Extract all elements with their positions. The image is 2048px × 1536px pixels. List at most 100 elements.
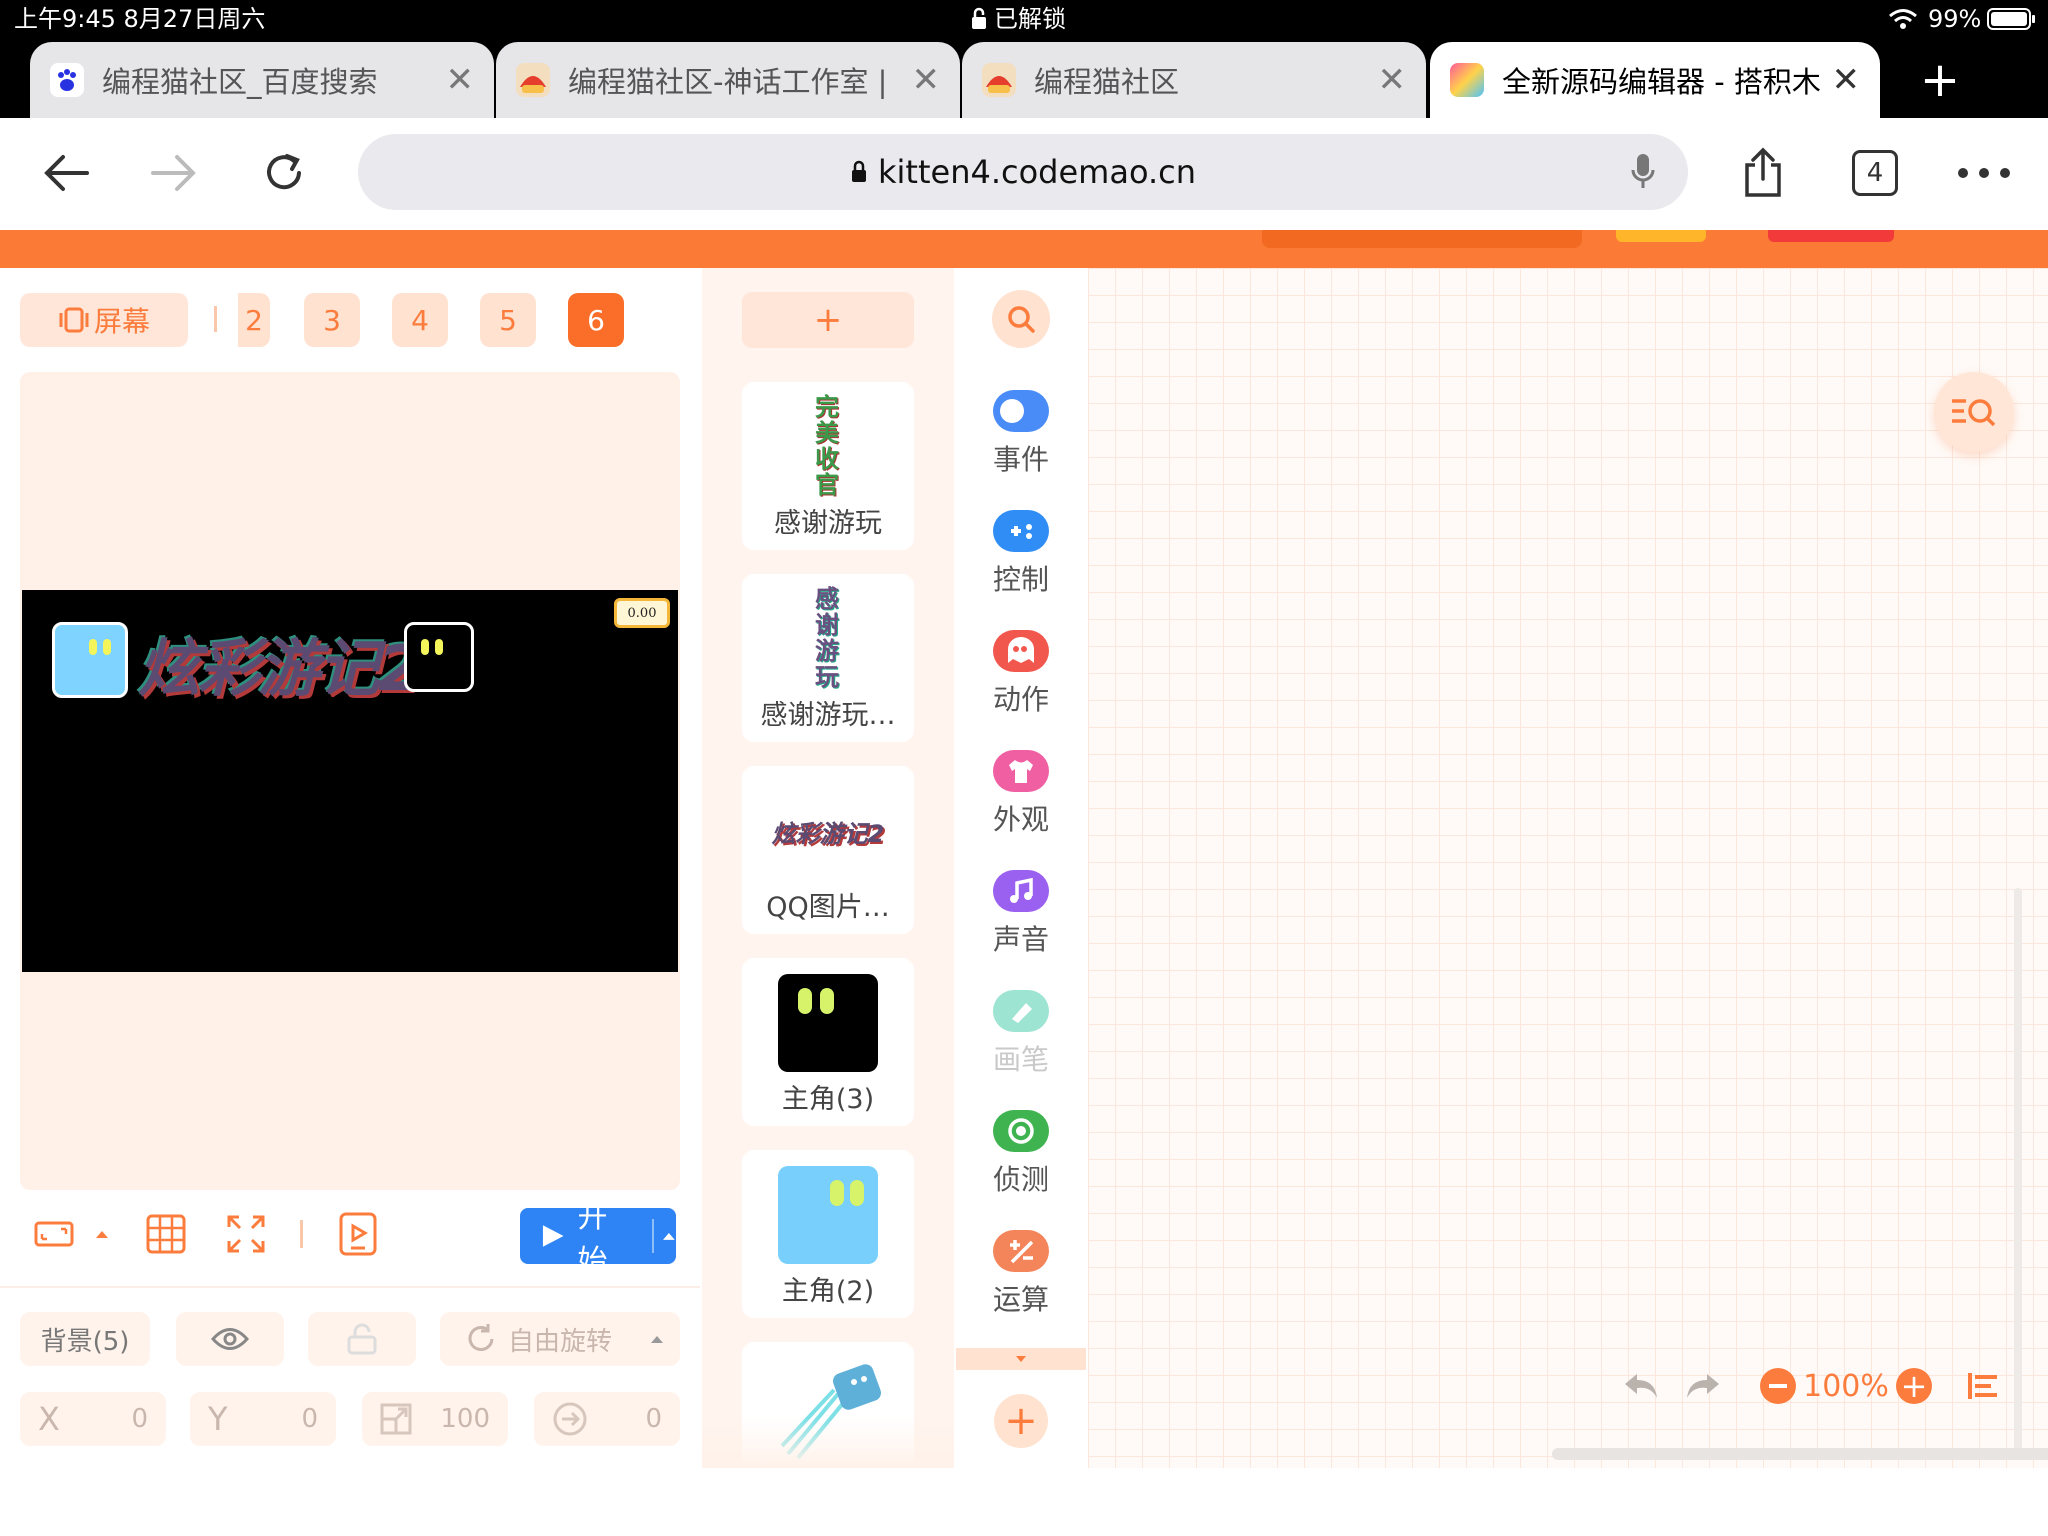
lock-status: 已解锁 [970, 4, 1066, 34]
sprite-card[interactable]: 主角(3) [742, 958, 914, 1126]
lock-icon [851, 160, 866, 182]
stage-canvas[interactable]: 炫彩游记2 0.00 [22, 590, 678, 972]
scene-tab-6-selected[interactable]: 6 [568, 293, 624, 347]
sprite-name: QQ图片… [766, 892, 890, 923]
tab-title: 编程猫社区-神话工作室 | [568, 65, 888, 99]
category-sensing[interactable]: 侦测 [956, 1110, 1086, 1198]
block-category-column: 事件 控制 动作 外观 声音 画笔 侦测 运算 + [956, 268, 1086, 1468]
target-icon [993, 1110, 1049, 1152]
sprite-card[interactable]: 感谢游玩 感谢游玩… [742, 574, 914, 742]
category-sound[interactable]: 声音 [956, 870, 1086, 958]
unlock-icon [347, 1323, 377, 1355]
baidu-favicon-icon [50, 63, 84, 97]
stage-size-dropdown[interactable] [92, 1224, 112, 1244]
list-search-icon [1952, 399, 1996, 427]
block-search-fab[interactable] [1934, 372, 2014, 452]
block-workspace[interactable]: 100% + [1088, 268, 2048, 1468]
sprite-thumbnail-art: 完美收官 [815, 393, 839, 499]
category-label: 侦测 [992, 1163, 1049, 1196]
scene-tab-2[interactable]: 2 [238, 293, 270, 347]
close-tab-icon[interactable]: ✕ [1832, 60, 1861, 100]
zoom-in-button[interactable]: + [1896, 1368, 1932, 1404]
tab-title: 编程猫社区_百度搜索 [102, 65, 378, 99]
hero-sprite-black[interactable] [404, 622, 474, 692]
horizontal-scrollbar[interactable] [1552, 1448, 2048, 1460]
reload-button[interactable] [254, 142, 314, 204]
category-events[interactable]: 事件 [956, 390, 1086, 478]
stage-size-button[interactable] [32, 1216, 76, 1252]
category-motion[interactable]: 动作 [956, 630, 1086, 718]
visibility-toggle[interactable] [176, 1312, 284, 1366]
share-button[interactable] [1730, 142, 1796, 204]
direction-field[interactable]: 0 [534, 1392, 680, 1446]
browser-tab-4-active[interactable]: 全新源码编辑器 - 搭积木- ✕ [1430, 42, 1880, 118]
category-scroll-down[interactable] [956, 1348, 1086, 1370]
grid-toggle-button[interactable] [144, 1212, 188, 1256]
align-blocks-button[interactable] [1964, 1368, 2004, 1404]
category-control[interactable]: 控制 [956, 510, 1086, 598]
close-tab-icon[interactable]: ✕ [1378, 60, 1407, 100]
caret-up-icon [96, 1231, 108, 1238]
forward-button[interactable] [144, 142, 204, 204]
back-button[interactable] [36, 142, 96, 204]
sprite-list: + 完美收官 感谢游玩 感谢游玩 感谢游玩… 炫彩游记2 QQ图片… 主角(3)… [702, 268, 954, 1468]
screen-button[interactable]: 屏幕 [20, 293, 188, 347]
sprite-card[interactable]: 完美收官 感谢游玩 [742, 382, 914, 550]
lock-label: 已解锁 [994, 5, 1066, 33]
vertical-scrollbar[interactable] [2014, 888, 2022, 1458]
tab-switcher-button[interactable]: 4 [1846, 142, 1904, 204]
redo-button[interactable] [1678, 1366, 1728, 1406]
sprite-card[interactable]: 炫彩游记2 QQ图片… [742, 766, 914, 934]
sprite-eye [798, 988, 812, 1014]
sprite-eye [89, 639, 97, 655]
scene-tab-4[interactable]: 4 [392, 293, 448, 347]
category-pen[interactable]: 画笔 [956, 990, 1086, 1078]
category-label: 外观 [992, 803, 1049, 836]
add-sprite-button[interactable]: + [742, 292, 914, 348]
share-icon [1745, 147, 1781, 197]
undo-icon [1625, 1374, 1657, 1398]
scene-tab-5[interactable]: 5 [480, 293, 536, 347]
size-field[interactable]: 100 [362, 1392, 508, 1446]
close-tab-icon[interactable]: ✕ [912, 60, 941, 100]
lock-toggle[interactable] [308, 1312, 416, 1366]
category-operators[interactable]: 运算 [956, 1230, 1086, 1318]
address-bar[interactable]: kitten4.codemao.cn [358, 134, 1688, 210]
background-button[interactable]: 背景(5) [20, 1312, 150, 1366]
rotation-mode-select[interactable]: 自由旋转 [440, 1312, 680, 1366]
browser-tab-3[interactable]: 编程猫社区 ✕ [962, 42, 1426, 118]
gamepad-icon [993, 510, 1049, 552]
caret-down-icon [1016, 1356, 1026, 1362]
fullscreen-button[interactable] [224, 1212, 268, 1256]
more-menu-button[interactable] [1954, 142, 2014, 204]
stage-title-art: 炫彩游记2 [138, 632, 421, 705]
browser-tab-2[interactable]: 编程猫社区-神话工作室 | ✕ [496, 42, 960, 118]
caret-up-icon[interactable] [662, 1231, 676, 1241]
shirt-icon [993, 750, 1049, 792]
sprite-thumbnail-art: 感谢游玩 [815, 585, 839, 691]
zoom-out-button[interactable] [1760, 1368, 1796, 1404]
add-extension-button[interactable]: + [994, 1394, 1048, 1448]
browser-tab-1[interactable]: 编程猫社区_百度搜索 ✕ [30, 42, 494, 118]
y-field[interactable]: Y 0 [190, 1392, 336, 1446]
undo-button[interactable] [1616, 1366, 1666, 1406]
play-mode-button[interactable] [336, 1212, 380, 1256]
microphone-icon[interactable] [1630, 152, 1656, 192]
category-looks[interactable]: 外观 [956, 750, 1086, 838]
rotation-label: 自由旋转 [508, 1326, 613, 1357]
tool-divider [300, 1220, 303, 1248]
new-tab-button[interactable]: + [1912, 52, 1968, 108]
category-label: 动作 [992, 683, 1049, 716]
screen-icon [59, 307, 89, 333]
sprite-thumbnail-art: 炫彩游记2 [771, 820, 885, 848]
close-tab-icon[interactable]: ✕ [446, 60, 475, 100]
scene-tab-3[interactable]: 3 [304, 293, 360, 347]
x-key: X [38, 1400, 60, 1438]
list-fade [702, 1418, 954, 1468]
hero-sprite-blue[interactable] [52, 622, 128, 698]
sprite-card[interactable]: 主角(2) [742, 1150, 914, 1318]
start-button[interactable]: 开始 [520, 1200, 676, 1279]
block-search-button[interactable] [992, 290, 1050, 348]
sprite-name: 主角(3) [781, 1084, 875, 1115]
x-field[interactable]: X 0 [20, 1392, 166, 1446]
